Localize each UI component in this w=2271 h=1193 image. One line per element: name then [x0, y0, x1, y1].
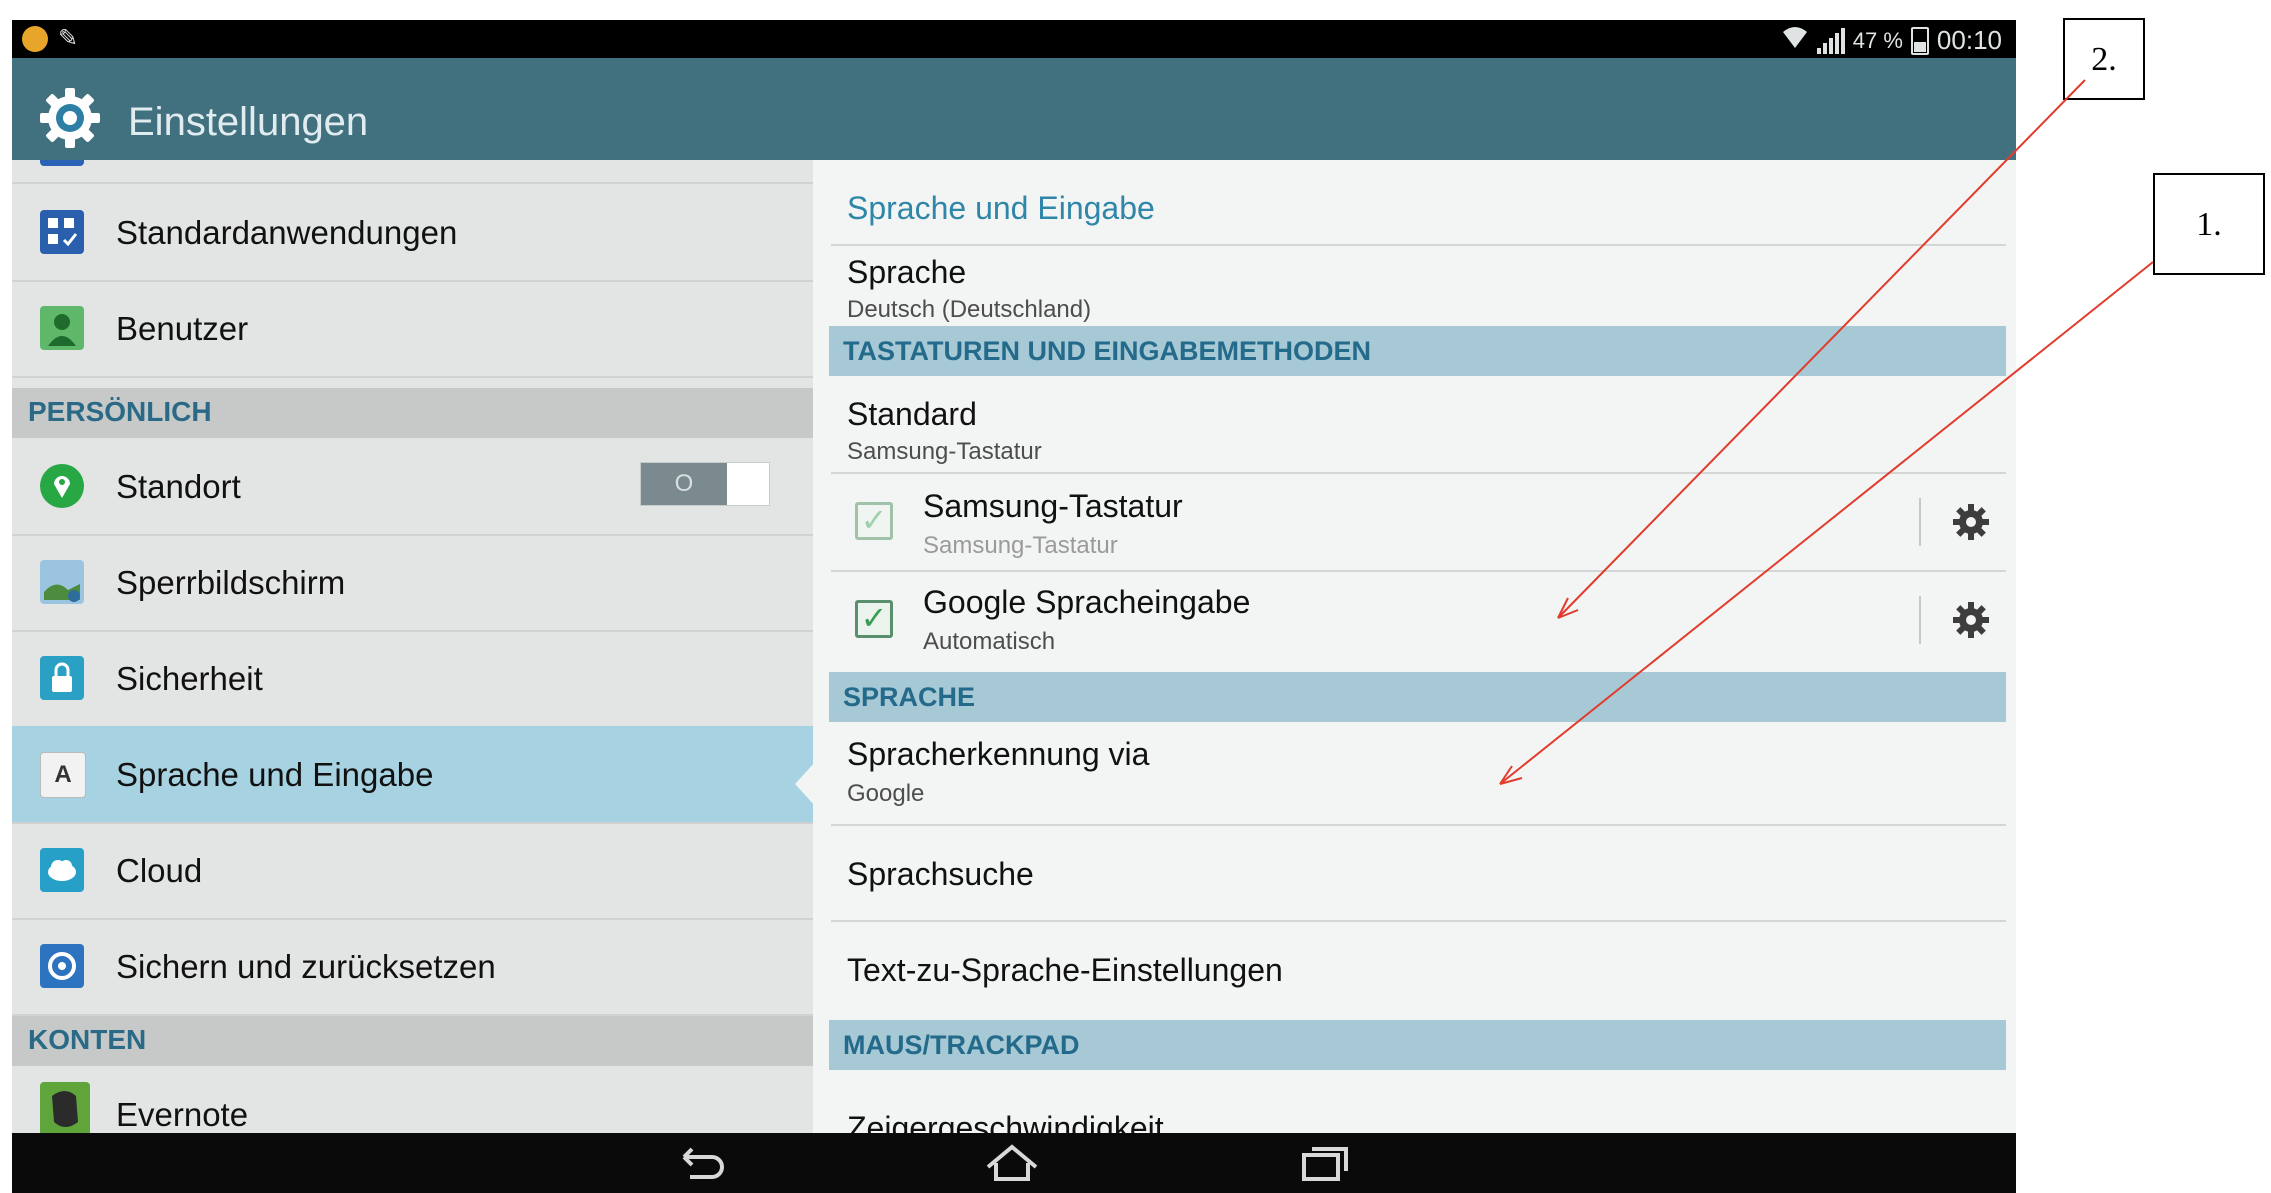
samsung-keyboard-gear-icon[interactable] [1949, 500, 1993, 544]
navigation-bar [12, 1133, 2016, 1193]
setting-title: Standard [847, 396, 977, 432]
divider [831, 244, 2006, 246]
home-icon[interactable] [982, 1143, 1042, 1183]
setting-title: Spracherkennung via [847, 736, 1150, 772]
language-a-icon: A [40, 752, 86, 798]
section-header-tastaturen: TASTATUREN UND EINGABEMETHODEN [829, 326, 2006, 376]
section-header-sprache: SPRACHE [829, 672, 2006, 722]
setting-value: Automatisch [923, 628, 1056, 655]
section-header-label: PERSÖNLICH [28, 396, 212, 427]
setting-google-spracheingabe[interactable]: ✓ Google Spracheingabe Automatisch [829, 572, 2006, 666]
sidebar-item-label: Evernote [116, 1096, 249, 1133]
sidebar-item-standort[interactable]: Standort O [12, 438, 813, 536]
location-toggle[interactable]: O [640, 462, 770, 506]
setting-sprachsuche[interactable]: Sprachsuche [829, 826, 2006, 920]
separator [1919, 596, 1921, 644]
sidebar-item-label: Sprache und Eingabe [116, 756, 434, 793]
lock-icon [40, 656, 84, 700]
section-header-label: KONTEN [28, 1024, 147, 1055]
clock: 00:10 [1936, 25, 2002, 55]
setting-value: Deutsch (Deutschland) [847, 296, 1092, 323]
wifi-icon [1781, 24, 1809, 57]
section-header-maus: MAUS/TRACKPAD [829, 1020, 2006, 1070]
sidebar-item-label: Sperrbildschirm [116, 564, 346, 601]
setting-sprache[interactable]: Sprache Deutsch (Deutschland) [829, 248, 2006, 326]
battery-icon [1910, 26, 1929, 55]
sidebar-item-sprache-und-eingabe[interactable]: A Sprache und Eingabe [12, 726, 813, 824]
section-header-persoenlich: PERSÖNLICH [12, 388, 813, 438]
user-icon [40, 306, 84, 350]
section-header-konten: KONTEN [12, 1016, 813, 1066]
detail-title: Sprache und Eingabe [847, 190, 1155, 226]
sidebar-item-label: Sicherheit [116, 660, 263, 697]
setting-title: Sprachsuche [847, 856, 1034, 892]
sidebar-item-label: Standardanwendungen [116, 214, 458, 251]
list-item-partial[interactable] [12, 160, 813, 184]
setting-title: Sprache [847, 254, 967, 290]
callout-2: 2. [2063, 18, 2145, 100]
evernote-icon [40, 1082, 90, 1138]
sidebar-item-sichern[interactable]: Sichern und zurücksetzen [12, 918, 813, 1016]
setting-value: Samsung-Tastatur [847, 438, 1042, 465]
backup-icon [40, 944, 84, 988]
cloud-icon [40, 848, 84, 892]
recent-apps-icon[interactable] [1294, 1143, 1354, 1183]
battery-percent: 47 % [1852, 27, 1903, 53]
status-bar: ✎ 47 % 00:10 [12, 20, 2016, 58]
lockscreen-icon [40, 560, 84, 604]
setting-standard[interactable]: Standard Samsung-Tastatur [829, 376, 2006, 470]
sidebar-item-label: Cloud [116, 852, 203, 889]
setting-title: Google Spracheingabe [923, 584, 1251, 620]
setting-title: Samsung-Tastatur [923, 488, 1183, 524]
setting-spracherkennung[interactable]: Spracherkennung via Google [829, 722, 2006, 816]
callout-1: 1. [2153, 173, 2265, 275]
apps-grid-icon [40, 210, 84, 254]
settings-gear-icon[interactable] [38, 86, 102, 150]
sidebar-item-benutzer[interactable]: Benutzer [12, 280, 813, 378]
location-icon [40, 464, 84, 508]
selection-notch [795, 762, 815, 806]
sidebar-item-label: Sichern und zurücksetzen [116, 948, 496, 985]
partial-item-icon [40, 160, 84, 166]
tablet-screen: ✎ 47 % 00:10 Einstellungen Standardanwen… [12, 20, 2016, 1193]
sidebar-item-label: Benutzer [116, 310, 249, 347]
settings-category-list: Standardanwendungen Benutzer PERSÖNLICH … [12, 160, 813, 1153]
sidebar-item-label: Standort [116, 468, 241, 505]
sidebar-item-cloud[interactable]: Cloud [12, 822, 813, 920]
sidebar-item-sicherheit[interactable]: Sicherheit [12, 630, 813, 728]
pen-icon: ✎ [58, 25, 79, 52]
sidebar-item-sperrbildschirm[interactable]: Sperrbildschirm [12, 534, 813, 632]
setting-title: Text-zu-Sprache-Einstellungen [847, 952, 1283, 988]
samsung-keyboard-checkbox[interactable]: ✓ [855, 502, 893, 540]
setting-value: Google [847, 780, 925, 807]
app-title: Einstellungen [128, 100, 369, 144]
sidebar-item-standardanwendungen[interactable]: Standardanwendungen [12, 184, 813, 282]
google-voice-gear-icon[interactable] [1949, 598, 1993, 642]
notification-icon [22, 26, 48, 52]
section-header-label: TASTATUREN UND EINGABEMETHODEN [843, 336, 1371, 366]
google-voice-checkbox[interactable]: ✓ [855, 600, 893, 638]
back-icon[interactable] [672, 1143, 732, 1183]
detail-pane: Sprache und Eingabe Sprache Deutsch (Deu… [813, 160, 2016, 1153]
setting-text-zu-sprache[interactable]: Text-zu-Sprache-Einstellungen [829, 922, 2006, 1016]
setting-samsung-tastatur[interactable]: ✓ Samsung-Tastatur Samsung-Tastatur [829, 474, 2006, 568]
separator [1919, 498, 1921, 546]
signal-icon [1816, 27, 1845, 54]
toggle-state-label: O [641, 463, 727, 505]
action-bar: Einstellungen [12, 58, 2016, 160]
section-header-label: MAUS/TRACKPAD [843, 1030, 1080, 1060]
setting-value: Samsung-Tastatur [923, 532, 1118, 559]
section-header-label: SPRACHE [843, 682, 976, 712]
